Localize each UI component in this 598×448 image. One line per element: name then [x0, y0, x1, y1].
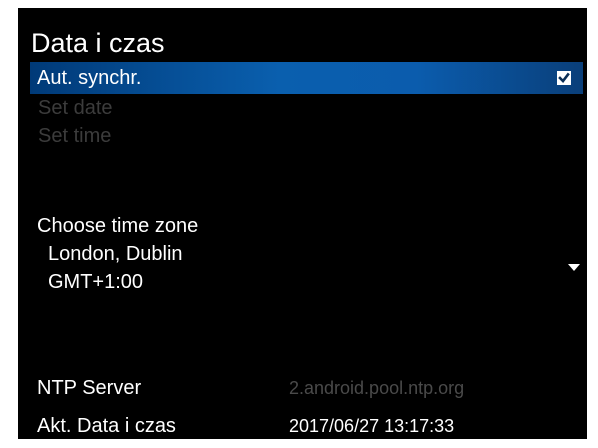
auto-sync-row[interactable]: Aut. synchr. — [30, 62, 583, 94]
chevron-down-icon[interactable] — [568, 264, 580, 271]
current-datetime-value: 2017/06/27 13:17:33 — [289, 416, 455, 436]
ntp-server-label: NTP Server — [37, 377, 142, 399]
auto-sync-checkbox[interactable] — [557, 71, 571, 85]
timezone-label: Choose time zone — [37, 215, 199, 237]
set-time-item[interactable]: Set time — [38, 124, 111, 148]
checkmark-icon — [558, 72, 570, 83]
settings-screen: Data i czas Aut. synchr. Set date Set ti… — [18, 8, 587, 439]
timezone-city[interactable]: London, Dublin — [48, 242, 183, 266]
timezone-offset[interactable]: GMT+1:00 — [48, 270, 143, 294]
current-datetime-label: Akt. Data i czas — [37, 415, 176, 437]
ntp-server-value: 2.android.pool.ntp.org — [289, 378, 465, 398]
set-date-item[interactable]: Set date — [38, 96, 113, 120]
auto-sync-label: Aut. synchr. — [37, 67, 142, 89]
page-title: Data i czas — [31, 28, 165, 58]
